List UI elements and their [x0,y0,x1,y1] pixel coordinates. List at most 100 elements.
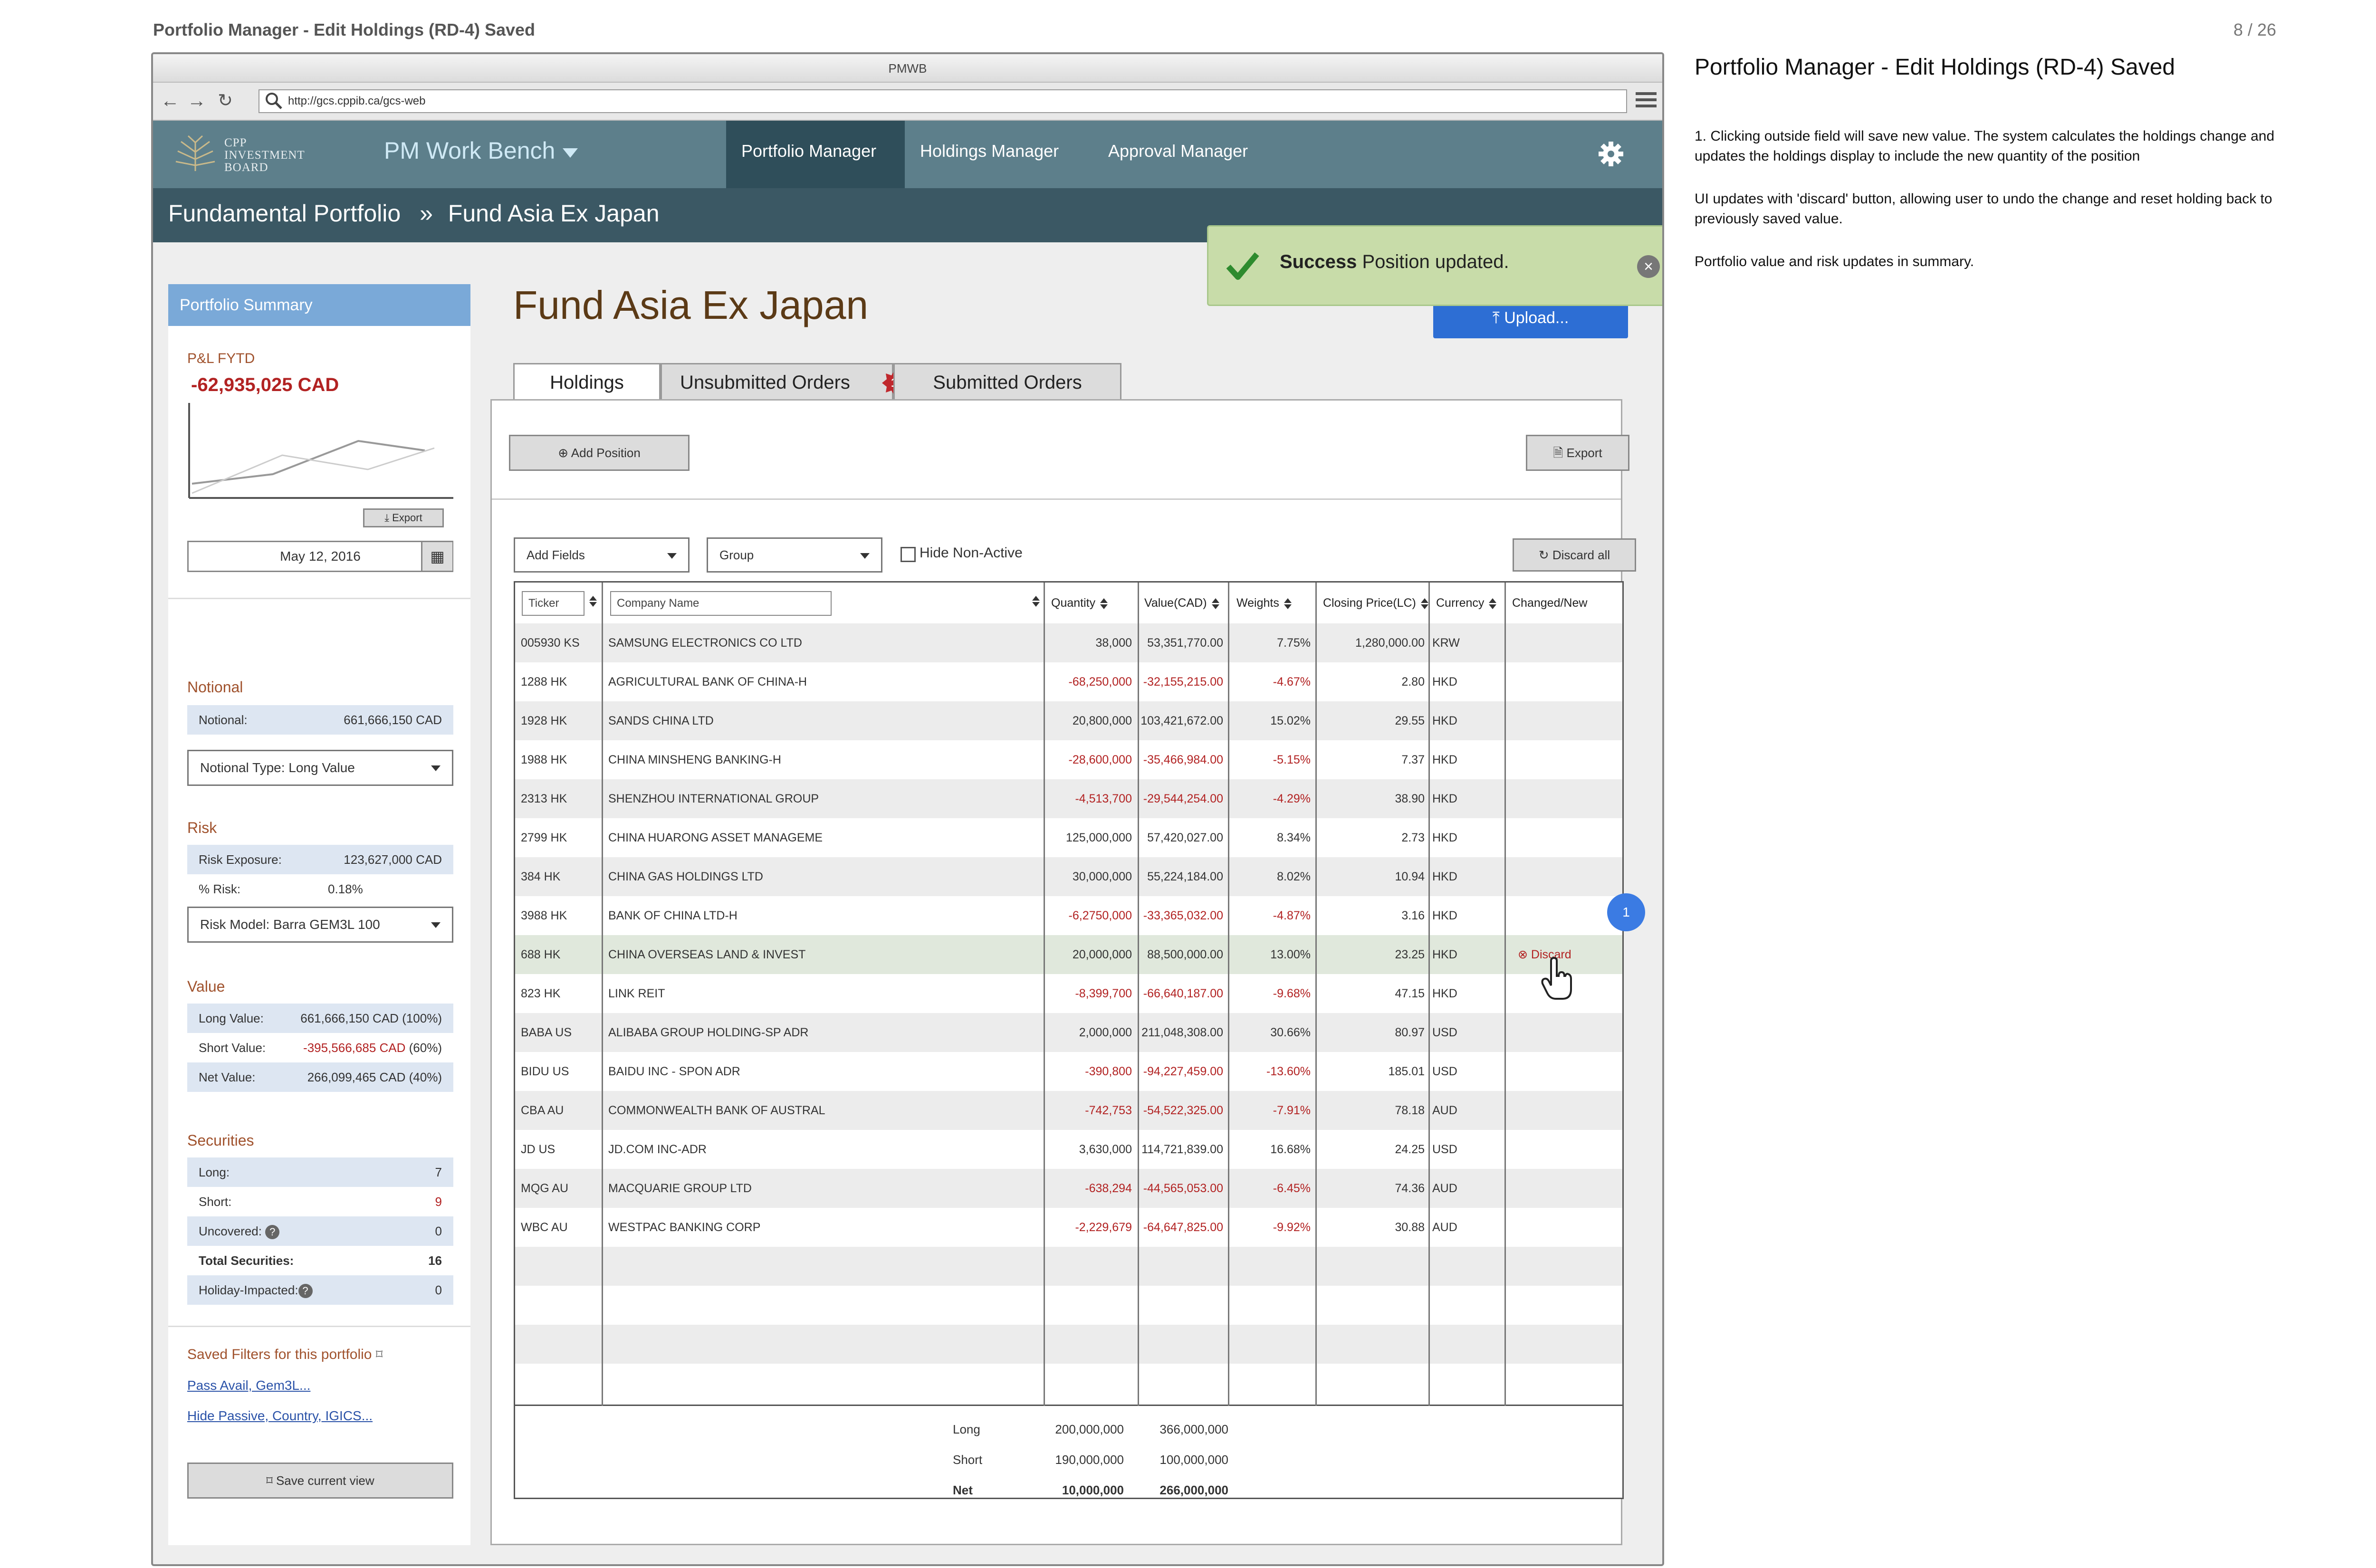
sort-icon[interactable] [1284,598,1292,609]
cell-quantity[interactable]: -4,513,700 [1045,779,1132,818]
table-row[interactable]: JD US JD.COM INC-ADR 3,630,000 114,721,839.… [515,1130,1622,1169]
back-arrow-icon[interactable]: ← [160,89,181,112]
saved-filter-link[interactable]: Hide Passive, Country, IGICS... [187,1408,373,1424]
cell-quantity[interactable]: -390,800 [1045,1052,1132,1091]
table-row[interactable]: 1988 HK CHINA MINSHENG BANKING-H -28,600,0… [515,740,1622,779]
quantity-header[interactable]: Quantity [1047,583,1108,623]
table-row[interactable]: 823 HK LINK REIT -8,399,700 -66,640,187.00 -… [515,974,1622,1013]
divider [168,1326,470,1327]
reload-icon[interactable]: ↻ [215,89,236,112]
total-label: Long [953,1422,980,1436]
table-row[interactable]: 3988 HK BANK OF CHINA LTD-H -6,2750,000 -33… [515,896,1622,935]
table-row[interactable]: BABA US ALIBABA GROUP HOLDING-SP ADR 2,000… [515,1013,1622,1052]
url-input[interactable]: http://gcs.cppib.ca/gcs-web [259,89,1627,113]
cell-ticker: 2799 HK [521,831,567,844]
group-select[interactable]: Group [707,537,882,573]
table-row[interactable]: WBC AU WESTPAC BANKING CORP -2,229,679 -64,… [515,1208,1622,1247]
hide-non-active-checkbox[interactable] [901,547,916,562]
table-row[interactable]: 005930 KS SAMSUNG ELECTRONICS CO LTD 38,00… [515,623,1622,662]
cell-quantity[interactable]: -68,250,000 [1045,662,1132,701]
sort-icon[interactable] [1100,598,1108,609]
cell-quantity[interactable]: -742,753 [1045,1091,1132,1130]
date-picker-input[interactable]: May 12, 2016 [187,541,453,572]
cell-quantity[interactable]: -28,600,000 [1045,740,1132,779]
cell-company: CHINA HUARONG ASSET MANAGEME [608,831,823,844]
pnl-export-label: Export [392,512,422,524]
securities-long-row: Long: 7 [187,1157,453,1187]
help-icon[interactable]: ? [298,1284,313,1298]
sort-icon[interactable] [1420,598,1428,609]
gear-icon[interactable] [1598,141,1624,167]
cell-ticker: 005930 KS [521,636,580,650]
currency-header[interactable]: Currency [1432,583,1497,623]
risk-pct-value: 0.18% [328,882,363,896]
cell-quantity[interactable]: 38,000 [1045,623,1132,662]
sort-icon[interactable] [1489,598,1497,609]
cell-quantity[interactable]: 20,800,000 [1045,701,1132,740]
sort-icon[interactable] [1032,596,1040,607]
cell-quantity[interactable]: 3,630,000 [1045,1130,1132,1169]
table-row[interactable]: 1928 HK SANDS CHINA LTD 20,800,000 103,421,… [515,701,1622,740]
cell-quantity[interactable]: 20,000,000 [1045,935,1132,974]
nav-holdings-manager[interactable]: Holdings Manager [905,121,1074,188]
cell-value: -33,365,032.00 [1143,909,1223,922]
company-filter-input[interactable]: Company Name [610,591,832,616]
sort-icon[interactable] [1211,598,1219,609]
weights-header-text: Weights [1236,596,1279,610]
table-row[interactable]: CBA AU COMMONWEALTH BANK OF AUSTRAL -742,7… [515,1091,1622,1130]
saved-filter-link[interactable]: Pass Avail, Gem3L... [187,1378,310,1393]
calendar-icon[interactable]: ▦ [421,542,452,571]
table-row[interactable]: 2799 HK CHINA HUARONG ASSET MANAGEME 125,0… [515,818,1622,857]
table-row[interactable]: 384 HK CHINA GAS HOLDINGS LTD 30,000,000 55… [515,857,1622,896]
cell-quantity[interactable]: -638,294 [1045,1169,1132,1208]
cell-quantity[interactable]: 2,000,000 [1045,1013,1132,1052]
menu-icon[interactable] [1636,92,1657,111]
cell-quantity[interactable]: 125,000,000 [1045,818,1132,857]
chevron-down-icon[interactable] [563,148,578,158]
add-fields-select[interactable]: Add Fields [514,537,690,573]
total-value: 100,000,000 [1159,1453,1228,1467]
breadcrumb-root[interactable]: Fundamental Portfolio [168,200,401,227]
export-button[interactable]: 🗎 Export [1526,435,1629,471]
table-row[interactable]: 2313 HK SHENZHOU INTERNATIONAL GROUP -4,51… [515,779,1622,818]
cell-company: SHENZHOU INTERNATIONAL GROUP [608,792,819,805]
notional-type-select[interactable]: Notional Type: Long Value [187,750,453,786]
cell-quantity[interactable]: -8,399,700 [1045,974,1132,1013]
securities-long-value: 7 [435,1165,442,1179]
pnl-export-button[interactable]: ⤓ Export [363,508,444,527]
table-row[interactable]: 688 HK CHINA OVERSEAS LAND & INVEST 20,000… [515,935,1622,974]
cell-currency: HKD [1432,870,1457,883]
cell-quantity[interactable]: 30,000,000 [1045,857,1132,896]
add-position-button[interactable]: ⊕ Add Position [509,435,690,471]
cell-price: 47.15 [1395,987,1425,1000]
cell-weight: -9.92% [1273,1221,1311,1234]
risk-exposure-key: Risk Exposure: [199,852,282,867]
help-icon[interactable]: ? [265,1225,280,1239]
nav-approval-manager[interactable]: Approval Manager [1093,121,1263,188]
table-row[interactable]: MQG AU MACQUARIE GROUP LTD -638,294 -44,565… [515,1169,1622,1208]
cell-currency: HKD [1432,792,1457,805]
sort-icon[interactable] [589,596,597,607]
table-row[interactable]: 1288 HK AGRICULTURAL BANK OF CHINA-H -68,2… [515,662,1622,701]
securities-total-key: Total Securities: [199,1253,294,1268]
app-switcher[interactable]: PM Work Bench [384,137,555,164]
discard-all-button[interactable]: ↻ Discard all [1513,538,1636,572]
risk-model-select[interactable]: Risk Model: Barra GEM3L 100 [187,907,453,943]
long-value-key: Long Value: [199,1011,264,1025]
value-header[interactable]: Value(CAD) [1140,583,1219,623]
close-icon[interactable]: × [1637,255,1660,278]
tab-submitted-orders[interactable]: Submitted Orders [893,363,1121,401]
table-row[interactable]: BIDU US BAIDU INC - SPON ADR -390,800 -94,2… [515,1052,1622,1091]
closing-price-header[interactable]: Closing Price(LC) [1319,583,1428,623]
weights-header[interactable]: Weights [1233,583,1292,623]
tab-unsubmitted-orders[interactable]: Unsubmitted Orders [661,363,893,401]
cell-quantity[interactable]: -6,2750,000 [1045,896,1132,935]
cell-price: 80.97 [1395,1026,1425,1039]
securities-holiday-key: Holiday-Impacted:? [199,1275,313,1305]
forward-arrow-icon[interactable]: → [186,89,207,112]
save-current-view-button[interactable]: ⌑ Save current view [187,1463,453,1499]
tab-holdings[interactable]: Holdings [513,363,661,401]
ticker-filter-input[interactable]: Ticker [522,591,584,616]
nav-portfolio-manager[interactable]: Portfolio Manager [726,121,905,188]
cell-quantity[interactable]: -2,229,679 [1045,1208,1132,1247]
